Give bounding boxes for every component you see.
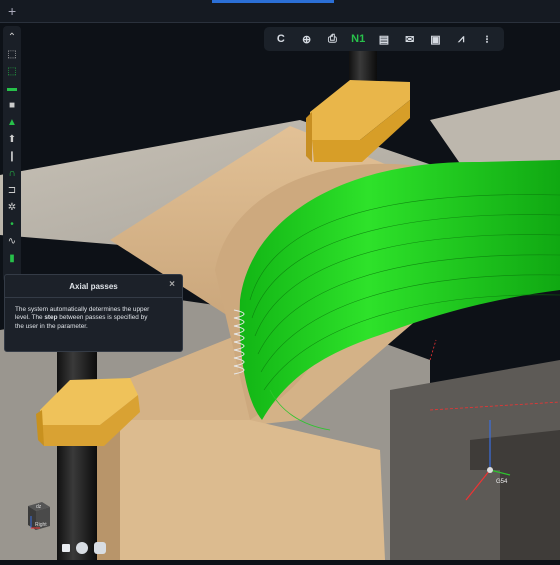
coordinate-system-label: G54 xyxy=(496,479,508,485)
settings-gear-icon[interactable]: ✲ xyxy=(5,200,19,215)
tooltip-emphasis: step xyxy=(44,314,58,322)
tooltip-text-line: the user in the parameter. xyxy=(15,322,88,330)
workpiece-icon[interactable]: ▲ xyxy=(5,115,19,130)
left-toolbar: ⌃ ⬚ ⬚ ▬ ■ ▲ ⬆ ❙ ∩ ⊐ ✲ • ∿ ▮ xyxy=(3,26,21,282)
view-cube-icon[interactable] xyxy=(94,542,106,554)
axial-passes-tooltip: Axial passes × The system automatically … xyxy=(4,274,183,352)
stock-icon[interactable]: ■ xyxy=(5,98,19,113)
tooltip-title: Axial passes xyxy=(69,281,118,291)
new-tab-button[interactable]: + xyxy=(8,3,16,19)
tooltip-body: The system automatically determines the … xyxy=(5,298,182,331)
link-move-line xyxy=(429,339,437,361)
collapse-icon[interactable]: ⌃ xyxy=(5,30,19,45)
chart-icon[interactable]: ⩘ xyxy=(452,30,470,48)
tooltip-text-line: The system automatically determines the … xyxy=(15,306,150,313)
tooltip-header: Axial passes × xyxy=(5,275,182,298)
view-sphere-icon[interactable] xyxy=(76,542,88,554)
machine-icon[interactable]: ▬ xyxy=(5,81,19,96)
tool-icon[interactable]: ⬚ xyxy=(5,64,19,79)
gift-icon[interactable]: ✉ xyxy=(401,30,419,48)
zoom-icon[interactable]: ⊕ xyxy=(298,30,316,48)
clamp-top-edge xyxy=(306,112,312,162)
n1-icon[interactable]: N1 xyxy=(349,30,367,48)
tooltip-text: between passes is specified by xyxy=(57,314,148,322)
nav-cube-face-label: Right xyxy=(35,522,47,528)
tooltip-text: level. The xyxy=(15,314,45,322)
top-bar: + xyxy=(0,0,560,23)
spindle-left xyxy=(57,340,97,560)
view-square-icon[interactable] xyxy=(62,544,70,552)
bottom-view-toolbar xyxy=(62,540,114,556)
point-icon[interactable]: • xyxy=(5,217,19,232)
c-axis-icon[interactable]: C xyxy=(272,30,290,48)
fixture-icon[interactable]: ⊐ xyxy=(5,183,19,198)
surface-icon[interactable]: ▮ xyxy=(5,251,19,266)
tooltip-text-line: level. The step between passes is specif… xyxy=(15,314,176,322)
close-icon[interactable]: × xyxy=(169,279,175,290)
tree-icon[interactable]: ⁝ xyxy=(478,30,496,48)
clamp-icon[interactable]: ∩ xyxy=(5,166,19,181)
top-toolbar: C ⊕ ⎙ N1 ▤ ✉ ▣ ⩘ ⁝ xyxy=(264,27,504,51)
tool-holder-icon[interactable]: ⬚ xyxy=(5,47,19,62)
print-icon[interactable]: ⎙ xyxy=(323,30,341,48)
path-icon[interactable]: ∿ xyxy=(5,234,19,249)
nav-cube-top-label: dz xyxy=(36,504,42,510)
panel-icon[interactable]: ▣ xyxy=(426,30,444,48)
pin-icon[interactable]: ⬆ xyxy=(5,132,19,147)
document-icon[interactable]: ▤ xyxy=(375,30,393,48)
drill-icon[interactable]: ❙ xyxy=(5,149,19,164)
active-tab-indicator xyxy=(212,0,334,3)
navigation-cube[interactable]: dz Right xyxy=(26,498,52,532)
